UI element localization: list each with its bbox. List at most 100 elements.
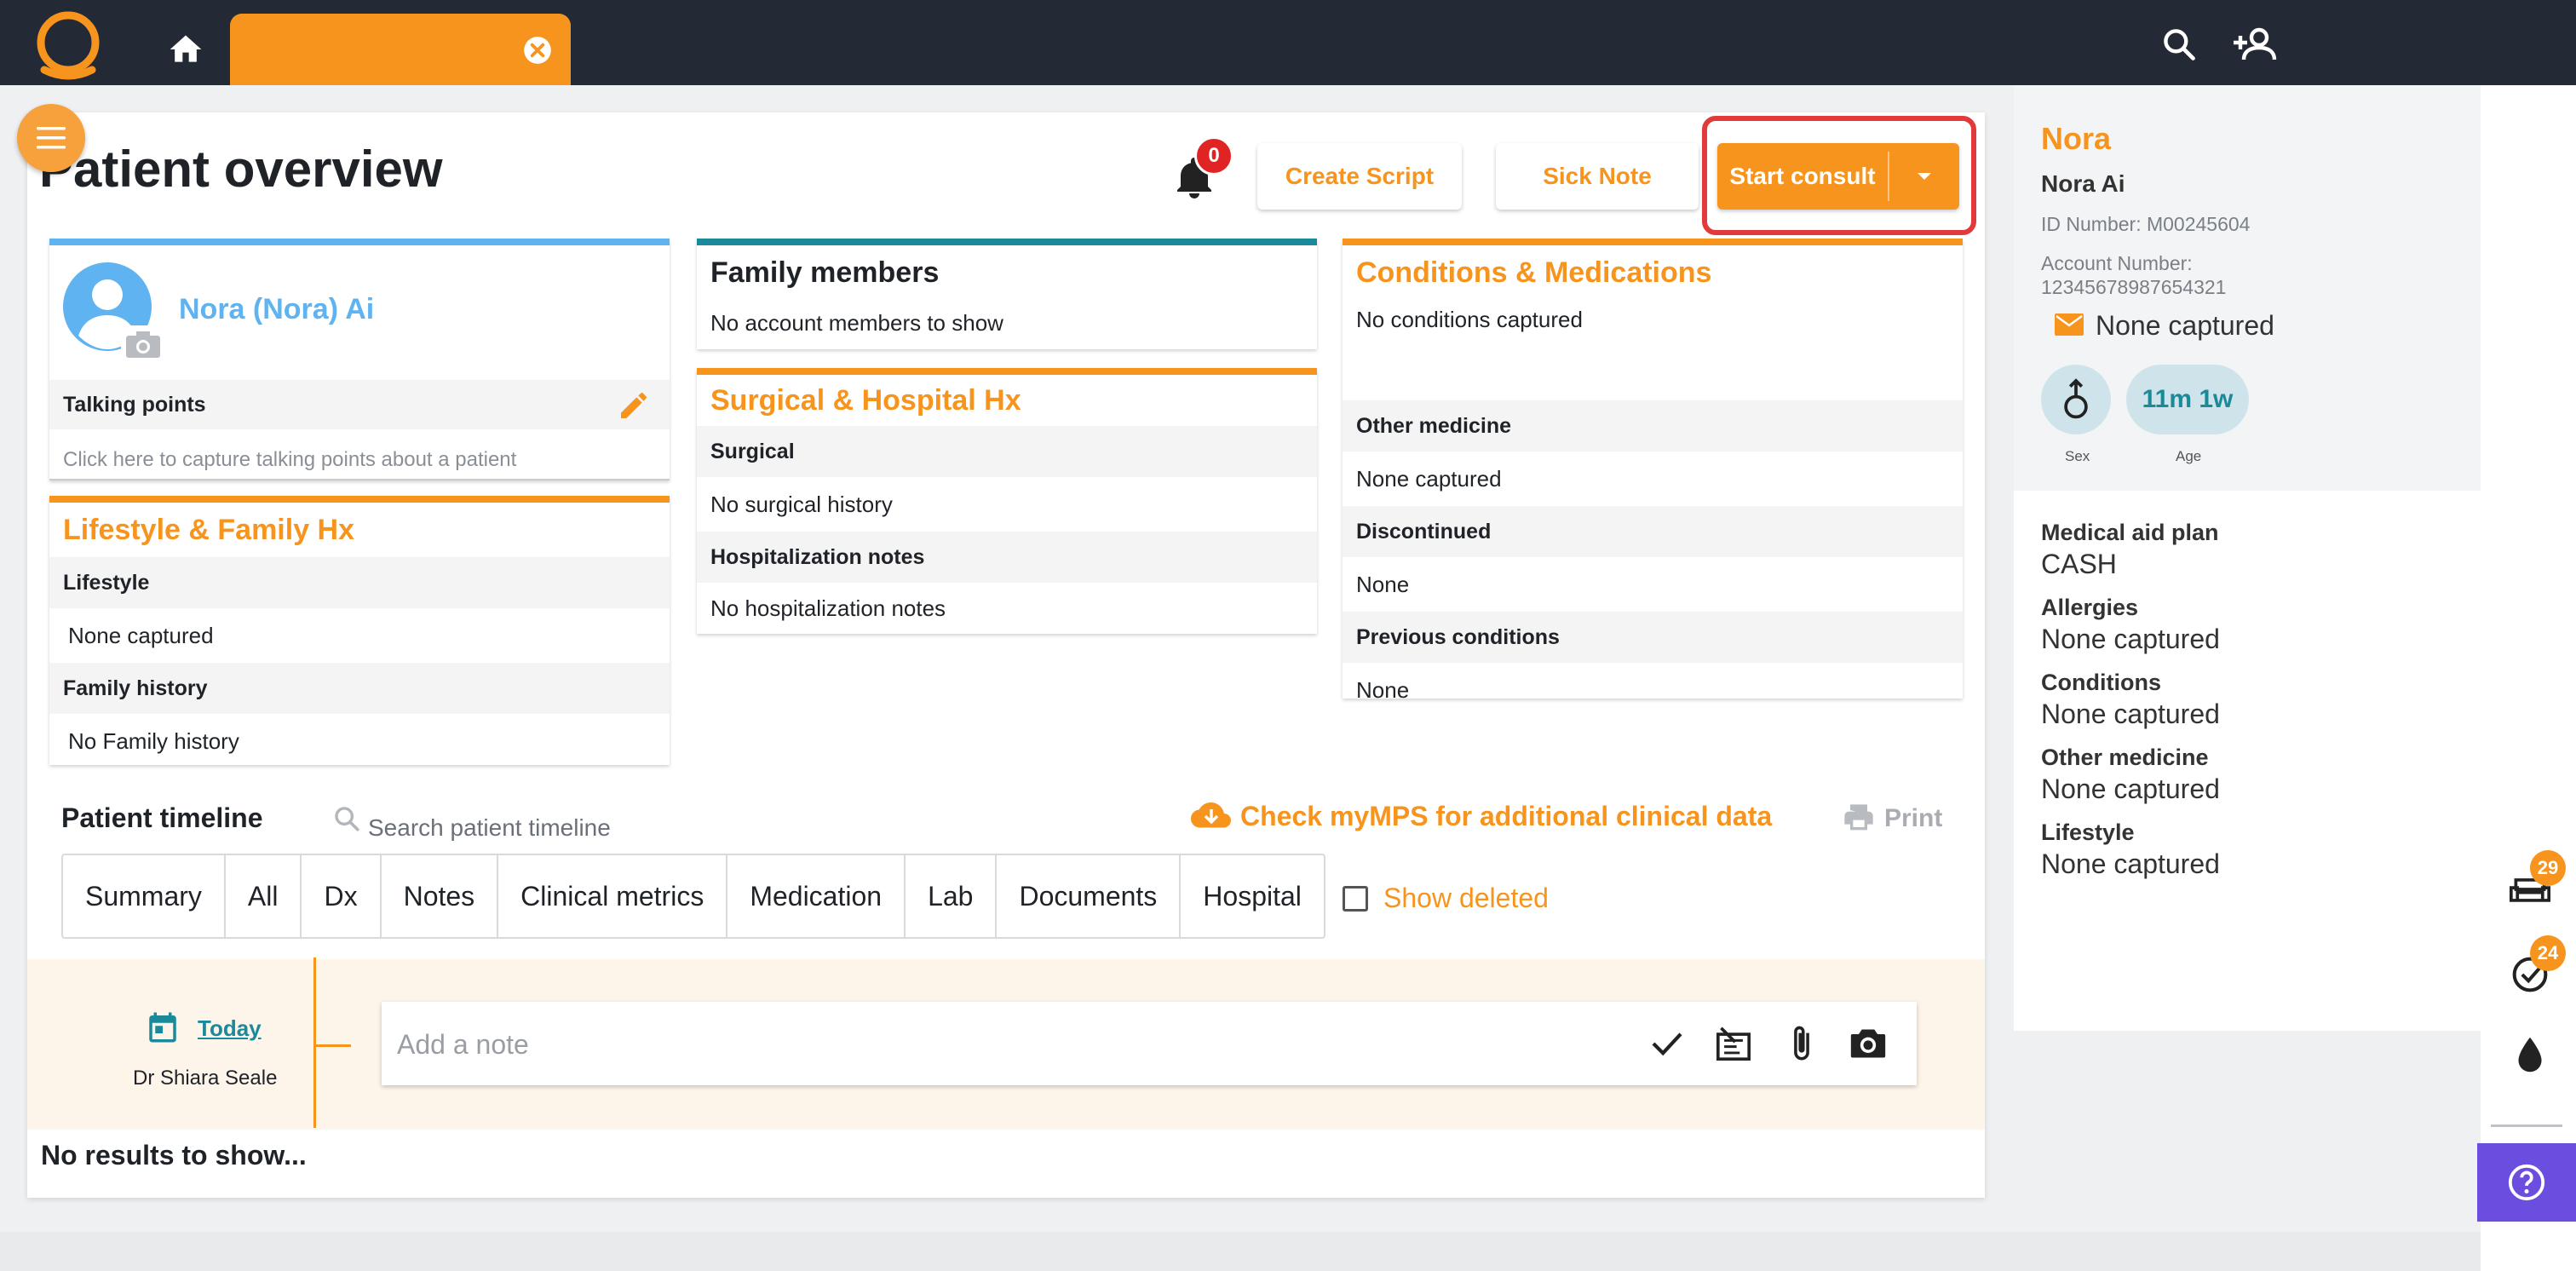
print-button[interactable]: Print bbox=[1842, 802, 1942, 835]
tab-medication[interactable]: Medication bbox=[727, 855, 906, 937]
menu-button[interactable] bbox=[17, 104, 85, 172]
sick-note-button[interactable]: Sick Note bbox=[1496, 143, 1699, 210]
sidebar-first-name: Nora bbox=[2041, 121, 2112, 156]
sidebar-full-name: Nora Ai bbox=[2041, 170, 2125, 197]
timeline-line bbox=[313, 958, 316, 1128]
save-note-button[interactable] bbox=[1646, 1022, 1688, 1065]
cloud-download-icon bbox=[1191, 802, 1231, 827]
paperclip-icon bbox=[1794, 1026, 1809, 1061]
tab-clinical-metrics[interactable]: Clinical metrics bbox=[498, 855, 728, 937]
print-label[interactable]: Print bbox=[1884, 804, 1942, 833]
no-results-message: No results to show... bbox=[41, 1140, 307, 1170]
create-script-button[interactable]: Create Script bbox=[1257, 143, 1462, 210]
waiting-room-badge: 29 bbox=[2530, 850, 2566, 886]
tab-notes[interactable]: Notes bbox=[382, 855, 499, 937]
home-icon[interactable] bbox=[167, 31, 204, 68]
start-consult-label[interactable]: Start consult bbox=[1717, 143, 1888, 210]
conditions-label: Conditions bbox=[2041, 670, 2161, 695]
lifestyle-value: None captured bbox=[68, 622, 214, 648]
medical-aid-value: CASH bbox=[2041, 549, 2117, 579]
timeline-tabs: Summary All Dx Notes Clinical metrics Me… bbox=[61, 854, 1325, 939]
show-deleted-checkbox[interactable] bbox=[1343, 885, 1368, 912]
timeline-title: Patient timeline bbox=[61, 802, 263, 833]
tab-lab[interactable]: Lab bbox=[906, 855, 998, 937]
check-mymps-link[interactable]: Check myMPS for additional clinical data bbox=[1191, 801, 1772, 832]
scan-document-button[interactable] bbox=[1712, 1022, 1755, 1065]
allergies-label: Allergies bbox=[2041, 595, 2139, 620]
surgical-value: No surgical history bbox=[710, 491, 893, 517]
previous-conditions-value: None bbox=[1356, 676, 1410, 703]
start-consult-dropdown[interactable] bbox=[1889, 143, 1959, 210]
other-medicine-label: Other medicine bbox=[2041, 745, 2209, 770]
allergies-value: None captured bbox=[2041, 624, 2220, 654]
previous-conditions-label: Previous conditions bbox=[1343, 612, 1963, 663]
medical-aid-label: Medical aid plan bbox=[2041, 520, 2219, 545]
other-medicine-value: None captured bbox=[1356, 465, 1502, 492]
right-rail bbox=[2481, 85, 2576, 1271]
caret-down-icon bbox=[1918, 173, 1931, 180]
doctor-name: Dr Shiara Seale bbox=[133, 1067, 278, 1090]
attach-button[interactable] bbox=[1780, 1022, 1823, 1065]
app-logo[interactable] bbox=[32, 9, 104, 80]
timeline-search-input[interactable] bbox=[368, 811, 709, 845]
add-user-icon[interactable] bbox=[2234, 24, 2278, 65]
check-icon bbox=[1652, 1032, 1682, 1056]
show-deleted-toggle[interactable]: Show deleted bbox=[1343, 883, 1549, 914]
discontinued-value: None bbox=[1356, 571, 1410, 597]
surgical-title: Surgical & Hospital Hx bbox=[710, 383, 1021, 417]
start-consult-button[interactable]: Start consult bbox=[1717, 143, 1959, 210]
tab-dx[interactable]: Dx bbox=[302, 855, 382, 937]
age-badge: 11m 1w bbox=[2126, 365, 2249, 434]
sex-label: Sex bbox=[2065, 448, 2090, 464]
drop-button[interactable] bbox=[2506, 1031, 2554, 1078]
tab-summary[interactable]: Summary bbox=[63, 855, 226, 937]
age-label: Age bbox=[2176, 448, 2202, 464]
rail-divider bbox=[2491, 1124, 2562, 1127]
sidebar-email: None captured bbox=[2096, 310, 2274, 341]
close-icon[interactable] bbox=[521, 34, 554, 66]
lifestyle-title: Lifestyle & Family Hx bbox=[63, 513, 355, 546]
surgical-card: Surgical & Hospital Hx Surgical No surgi… bbox=[697, 368, 1317, 634]
talking-points-row: Talking points bbox=[49, 380, 670, 429]
sidebar-account-value: 12345678987654321 bbox=[2041, 276, 2227, 298]
sex-badge bbox=[2041, 365, 2111, 434]
talking-points-input[interactable]: Click here to capture talking points abo… bbox=[63, 448, 516, 472]
conditions-card: Conditions & Medications No conditions c… bbox=[1343, 239, 1963, 703]
pencil-icon[interactable] bbox=[617, 388, 651, 423]
hamburger-icon bbox=[37, 127, 66, 149]
add-note-input[interactable] bbox=[397, 1026, 1590, 1063]
search-icon[interactable] bbox=[2160, 26, 2198, 63]
family-history-label: Family history bbox=[49, 663, 670, 714]
check-mymps-label[interactable]: Check myMPS for additional clinical data bbox=[1240, 801, 1772, 832]
notification-badge: 0 bbox=[1194, 136, 1233, 175]
tab-hospital[interactable]: Hospital bbox=[1181, 855, 1324, 937]
conditions-title: Conditions & Medications bbox=[1356, 256, 1712, 289]
lifestyle-label: Lifestyle bbox=[49, 557, 670, 608]
top-bar bbox=[0, 0, 2576, 85]
calendar-icon bbox=[149, 1012, 176, 1043]
add-note-box bbox=[382, 1002, 1917, 1085]
drop-icon bbox=[2518, 1037, 2542, 1073]
camera-button[interactable] bbox=[1847, 1022, 1889, 1065]
other-medicine-label: Other medicine bbox=[1343, 400, 1963, 451]
bottom-strip bbox=[0, 1232, 2481, 1271]
help-button[interactable] bbox=[2477, 1143, 2576, 1222]
patient-name[interactable]: Nora (Nora) Ai bbox=[179, 293, 374, 326]
tab-all[interactable]: All bbox=[226, 855, 302, 937]
sidebar-account-label: Account Number: bbox=[2041, 252, 2193, 274]
talking-points-label: Talking points bbox=[63, 392, 206, 417]
camera-icon bbox=[1850, 1029, 1886, 1058]
today-link[interactable]: Today bbox=[198, 1015, 262, 1042]
camera-icon[interactable] bbox=[119, 324, 167, 365]
timeline-connector bbox=[313, 1044, 351, 1047]
tab-documents[interactable]: Documents bbox=[997, 855, 1182, 937]
patient-tab[interactable] bbox=[230, 14, 571, 85]
page-title: Patient overview bbox=[39, 141, 443, 198]
email-icon bbox=[2055, 313, 2084, 336]
conditions-value: None captured bbox=[2041, 699, 2220, 729]
patient-card: Nora (Nora) Ai Talking points Click here… bbox=[49, 239, 670, 480]
show-deleted-label[interactable]: Show deleted bbox=[1383, 883, 1549, 914]
family-history-value: No Family history bbox=[68, 728, 239, 754]
surgical-label: Surgical bbox=[697, 426, 1317, 477]
family-members-card: Family members No account members to sho… bbox=[697, 239, 1317, 349]
